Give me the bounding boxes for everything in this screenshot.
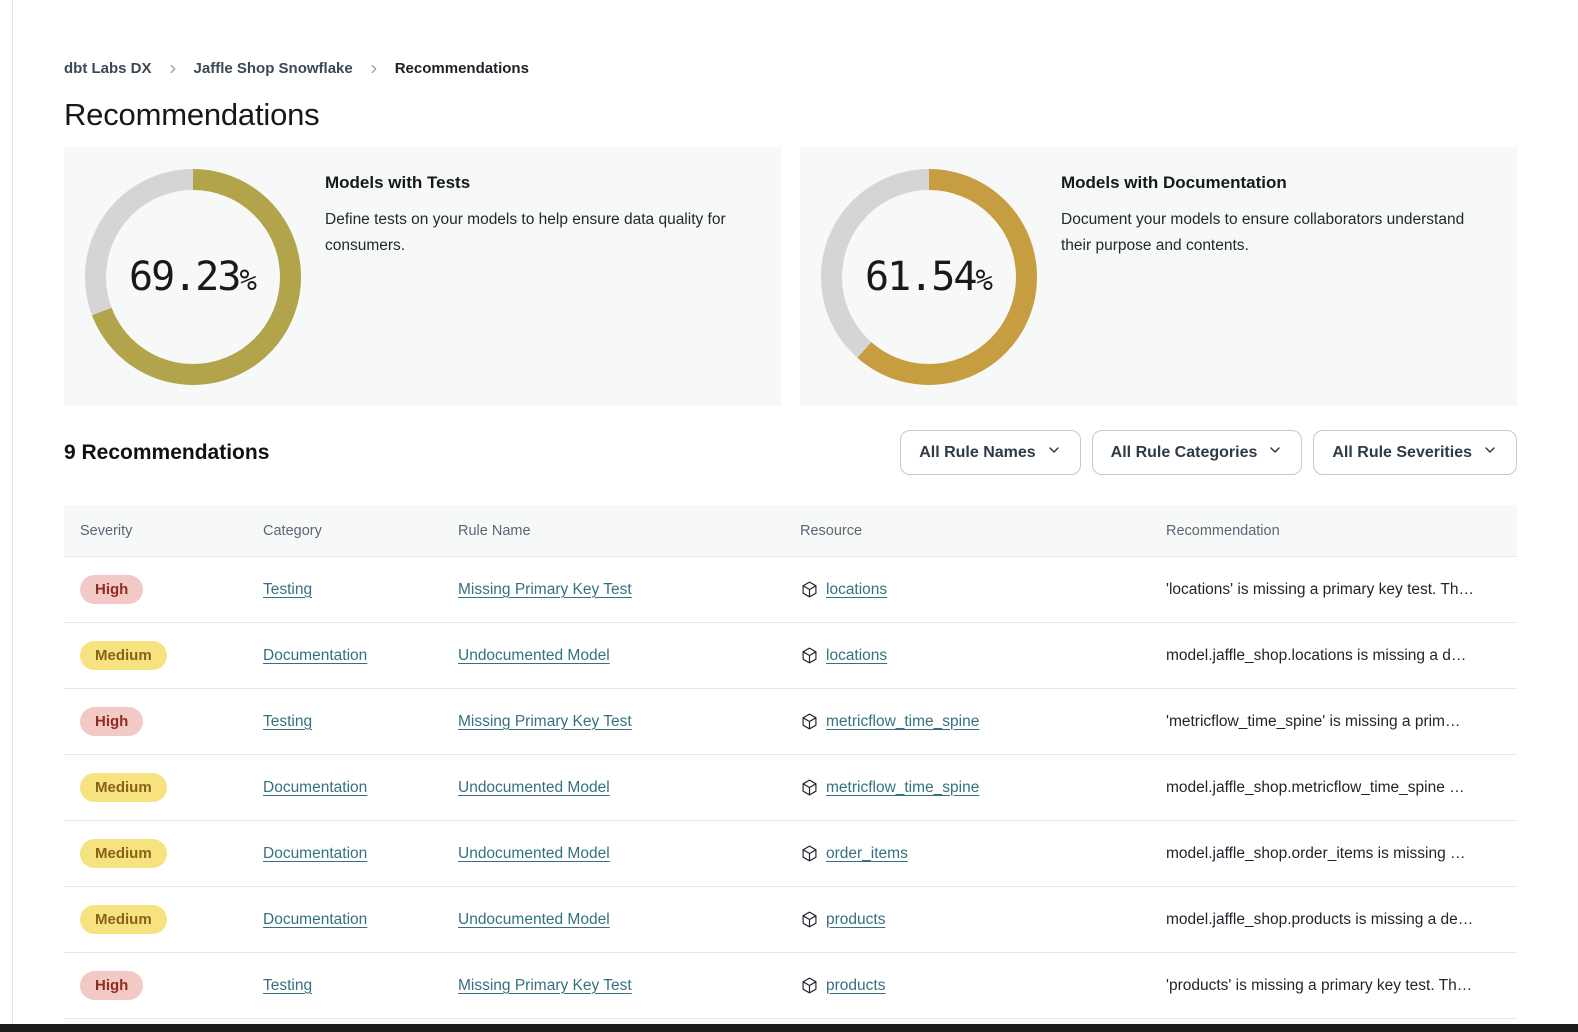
- category-link[interactable]: Documentation: [263, 911, 367, 929]
- table-row: Medium Documentation Undocumented Model …: [64, 887, 1517, 953]
- list-header: 9 Recommendations All Rule Names All Rul…: [64, 430, 1517, 475]
- documentation-donut-chart: 61.54%: [821, 169, 1037, 385]
- recommendation-text: 'products' is missing a primary key test…: [1166, 977, 1472, 995]
- donut-center: 69.23%: [106, 190, 280, 364]
- filter-label: All Rule Severities: [1332, 444, 1472, 462]
- resource-link[interactable]: metricflow_time_spine: [826, 779, 979, 797]
- resource-link[interactable]: products: [826, 911, 885, 929]
- resource-link[interactable]: locations: [826, 647, 887, 665]
- model-cube-icon: [800, 580, 819, 599]
- bottom-edge-bar: [0, 1024, 1578, 1032]
- breadcrumb-current: Recommendations: [395, 60, 529, 77]
- severity-badge: Medium: [80, 839, 167, 868]
- model-cube-icon: [800, 844, 819, 863]
- category-link[interactable]: Documentation: [263, 647, 367, 665]
- severity-badge: High: [80, 971, 143, 1000]
- severity-badge: High: [80, 707, 143, 736]
- column-header-resource: Resource: [800, 523, 1166, 539]
- table-row: Medium Documentation Undocumented Model …: [64, 623, 1517, 689]
- filter-label: All Rule Categories: [1111, 444, 1258, 462]
- rule-name-link[interactable]: Missing Primary Key Test: [458, 713, 632, 731]
- donut-center: 61.54%: [842, 190, 1016, 364]
- card-text-block: Models with Tests Define tests on your m…: [325, 173, 761, 259]
- rule-name-link[interactable]: Undocumented Model: [458, 647, 610, 665]
- rule-categories-filter-dropdown[interactable]: All Rule Categories: [1092, 430, 1303, 475]
- card-text-block: Models with Documentation Document your …: [1061, 173, 1497, 259]
- resource-link[interactable]: locations: [826, 581, 887, 599]
- table-row: High Testing Missing Primary Key Test pr…: [64, 953, 1517, 1019]
- model-cube-icon: [800, 778, 819, 797]
- rule-name-link[interactable]: Missing Primary Key Test: [458, 581, 632, 599]
- models-with-tests-card: 69.23% Models with Tests Define tests on…: [64, 147, 781, 406]
- recommendations-table: Severity Category Rule Name Resource Rec…: [64, 505, 1517, 1019]
- breadcrumb: dbt Labs DX Jaffle Shop Snowflake Recomm…: [64, 0, 1517, 77]
- category-link[interactable]: Testing: [263, 713, 312, 731]
- tests-percent-value: 69.23%: [129, 254, 257, 300]
- rule-name-link[interactable]: Undocumented Model: [458, 779, 610, 797]
- recommendation-text: 'metricflow_time_spine' is missing a pri…: [1166, 713, 1460, 731]
- rule-severities-filter-dropdown[interactable]: All Rule Severities: [1313, 430, 1517, 475]
- model-cube-icon: [800, 646, 819, 665]
- recommendation-text: model.jaffle_shop.metricflow_time_spine …: [1166, 779, 1465, 797]
- column-header-category: Category: [263, 523, 458, 539]
- model-cube-icon: [800, 976, 819, 995]
- rule-names-filter-dropdown[interactable]: All Rule Names: [900, 430, 1080, 475]
- breadcrumb-link-jaffle-shop-snowflake[interactable]: Jaffle Shop Snowflake: [194, 60, 353, 77]
- recommendation-text: 'locations' is missing a primary key tes…: [1166, 581, 1474, 599]
- table-row: Medium Documentation Undocumented Model …: [64, 821, 1517, 887]
- category-link[interactable]: Documentation: [263, 779, 367, 797]
- chevron-down-icon: [1267, 442, 1283, 463]
- category-link[interactable]: Documentation: [263, 845, 367, 863]
- model-cube-icon: [800, 712, 819, 731]
- rule-name-link[interactable]: Undocumented Model: [458, 845, 610, 863]
- recommendations-count: 9 Recommendations: [64, 441, 269, 465]
- filter-label: All Rule Names: [919, 444, 1035, 462]
- table-row: High Testing Missing Primary Key Test me…: [64, 689, 1517, 755]
- resource-link[interactable]: products: [826, 977, 885, 995]
- chevron-right-icon: [166, 62, 180, 76]
- tests-donut-chart: 69.23%: [85, 169, 301, 385]
- chevron-down-icon: [1046, 442, 1062, 463]
- main-content: dbt Labs DX Jaffle Shop Snowflake Recomm…: [64, 0, 1517, 1019]
- recommendation-text: model.jaffle_shop.products is missing a …: [1166, 911, 1473, 929]
- metric-cards: 69.23% Models with Tests Define tests on…: [64, 147, 1517, 406]
- column-header-severity: Severity: [64, 523, 263, 539]
- recommendation-text: model.jaffle_shop.order_items is missing…: [1166, 845, 1466, 863]
- column-header-rule-name: Rule Name: [458, 523, 800, 539]
- recommendation-text: model.jaffle_shop.locations is missing a…: [1166, 647, 1466, 665]
- card-description: Document your models to ensure collabora…: [1061, 207, 1497, 259]
- category-link[interactable]: Testing: [263, 581, 312, 599]
- card-description: Define tests on your models to help ensu…: [325, 207, 761, 259]
- table-header-row: Severity Category Rule Name Resource Rec…: [64, 505, 1517, 557]
- chevron-down-icon: [1482, 442, 1498, 463]
- documentation-percent-value: 61.54%: [865, 254, 993, 300]
- models-with-documentation-card: 61.54% Models with Documentation Documen…: [800, 147, 1517, 406]
- table-body: High Testing Missing Primary Key Test lo…: [64, 557, 1517, 1019]
- chevron-right-icon: [367, 62, 381, 76]
- rule-name-link[interactable]: Undocumented Model: [458, 911, 610, 929]
- table-row: High Testing Missing Primary Key Test lo…: [64, 557, 1517, 623]
- card-title: Models with Tests: [325, 173, 761, 193]
- column-header-recommendation: Recommendation: [1166, 523, 1517, 539]
- page-title: Recommendations: [64, 97, 1517, 133]
- card-title: Models with Documentation: [1061, 173, 1497, 193]
- model-cube-icon: [800, 910, 819, 929]
- resource-link[interactable]: metricflow_time_spine: [826, 713, 979, 731]
- severity-badge: Medium: [80, 905, 167, 934]
- severity-badge: High: [80, 575, 143, 604]
- table-row: Medium Documentation Undocumented Model …: [64, 755, 1517, 821]
- category-link[interactable]: Testing: [263, 977, 312, 995]
- rule-name-link[interactable]: Missing Primary Key Test: [458, 977, 632, 995]
- filter-bar: All Rule Names All Rule Categories All R…: [900, 430, 1517, 475]
- resource-link[interactable]: order_items: [826, 845, 908, 863]
- sidebar-divider: [12, 0, 13, 1024]
- breadcrumb-link-dbt-labs-dx[interactable]: dbt Labs DX: [64, 60, 152, 77]
- severity-badge: Medium: [80, 773, 167, 802]
- severity-badge: Medium: [80, 641, 167, 670]
